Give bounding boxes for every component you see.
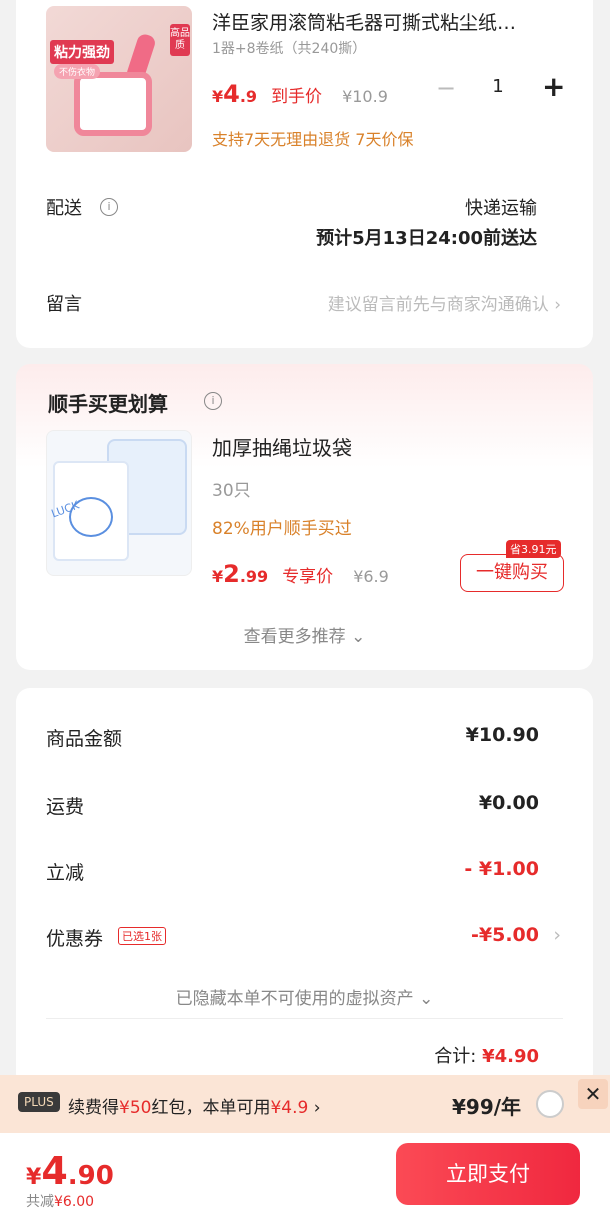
product-title[interactable]: 洋臣家用滚筒粘毛器可撕式粘尘纸… bbox=[212, 8, 572, 35]
recommend-buy-rate: 82%用户顺手买过 bbox=[212, 519, 352, 539]
chevron-right-icon[interactable]: › bbox=[553, 924, 561, 946]
divider bbox=[46, 1018, 563, 1019]
thumb-tag-quality: 高品质 bbox=[170, 24, 190, 56]
pay-total: ¥ 4 .90 bbox=[26, 1149, 114, 1193]
product-currency: ¥ bbox=[212, 87, 224, 106]
checkout-bar: ¥ 4 .90 共减¥6.00 立即支付 bbox=[0, 1133, 610, 1224]
thumb-tag-strong: 粘力强劲 bbox=[50, 40, 114, 64]
recommend-item-name[interactable]: 加厚抽绳垃圾袋 bbox=[212, 432, 352, 461]
summary-card: 商品金额 ¥10.90 运费 ¥0.00 立减 - ¥1.00 优惠券 已选1张… bbox=[16, 688, 593, 1088]
info-icon[interactable]: i bbox=[204, 392, 222, 410]
goods-amount-label: 商品金额 bbox=[46, 728, 123, 750]
recommend-price-tag: 专享价 bbox=[282, 567, 334, 587]
recommend-price-dec: .99 bbox=[239, 567, 269, 586]
total-line: 合计: ¥4.90 bbox=[434, 1042, 539, 1068]
quantity-increase-button[interactable]: + bbox=[542, 70, 565, 103]
quantity-value[interactable]: 1 bbox=[490, 76, 506, 97]
total-label: 合计: bbox=[434, 1046, 477, 1067]
delivery-method[interactable]: 快递运输 bbox=[465, 194, 537, 220]
pay-currency: ¥ bbox=[26, 1165, 42, 1190]
quantity-decrease-button[interactable]: − bbox=[436, 74, 456, 102]
roller-shape bbox=[74, 72, 152, 136]
recommend-thumbnail[interactable]: LUCK bbox=[46, 430, 192, 576]
shipping-fee-value: ¥0.00 bbox=[478, 792, 539, 814]
recommend-title-text: 顺手买更划算 bbox=[48, 392, 168, 416]
pay-dec: .90 bbox=[67, 1161, 114, 1191]
note-label: 留言 bbox=[46, 294, 82, 315]
product-price-tag: 到手价 bbox=[271, 87, 323, 107]
plus-red-bonus: ¥50 bbox=[119, 1098, 152, 1118]
product-guarantee: 支持7天无理由退货 7天价保 bbox=[212, 130, 414, 149]
note-placeholder: 建议留言前先与商家沟通确认 bbox=[327, 295, 549, 315]
pay-int: 4 bbox=[41, 1149, 68, 1193]
recommend-price-int: 2 bbox=[223, 560, 240, 588]
product-price-row: ¥ 4 .9 到手价 ¥10.9 bbox=[212, 80, 388, 108]
product-price-int: 4 bbox=[223, 80, 240, 108]
chevron-right-icon: › bbox=[554, 295, 561, 315]
hidden-assets-toggle[interactable]: 已隐藏本单不可使用的虚拟资产 ⌄ bbox=[16, 984, 593, 1009]
recommend-currency: ¥ bbox=[212, 567, 224, 586]
goods-amount-value: ¥10.90 bbox=[465, 724, 539, 746]
recommend-item-qty: 30只 bbox=[212, 481, 251, 501]
recommend-title: 顺手买更划算 bbox=[48, 388, 168, 417]
product-card: 粘力强劲 不伤衣物 高品质 洋臣家用滚筒粘毛器可撕式粘尘纸… 1器+8卷纸（共2… bbox=[16, 0, 593, 348]
shipping-fee-label: 运费 bbox=[46, 796, 85, 818]
plus-select-radio[interactable] bbox=[536, 1090, 564, 1118]
close-icon[interactable]: ✕ bbox=[578, 1079, 608, 1109]
coupon-label[interactable]: 优惠券 bbox=[46, 924, 103, 951]
pay-now-button[interactable]: 立即支付 bbox=[396, 1143, 580, 1205]
plus-promo-text[interactable]: 续费得¥50红包，本单可用¥4.9 › bbox=[68, 1093, 321, 1118]
saved-value: ¥6.00 bbox=[54, 1194, 95, 1210]
save-badge: 省3.91元 bbox=[506, 540, 561, 558]
delivery-eta: 预计5月13日24:00前送达 bbox=[316, 228, 537, 249]
plus-badge: PLUS bbox=[18, 1092, 60, 1112]
discount-label: 立减 bbox=[46, 862, 85, 884]
total-value: ¥4.90 bbox=[482, 1046, 539, 1067]
chevron-right-icon: › bbox=[308, 1098, 321, 1118]
discount-value: - ¥1.00 bbox=[464, 858, 539, 880]
info-icon[interactable]: i bbox=[100, 198, 118, 216]
recommend-card: 顺手买更划算 i LUCK 加厚抽绳垃圾袋 30只 82%用户顺手买过 ¥ 2 … bbox=[16, 364, 593, 670]
delivery-label: 配送 bbox=[46, 198, 82, 219]
coupon-value[interactable]: -¥5.00 bbox=[471, 924, 539, 946]
plus-text-2: 红包，本单可用 bbox=[151, 1098, 271, 1118]
saved-label: 共减 bbox=[26, 1194, 54, 1210]
product-spec[interactable]: 1器+8卷纸（共240撕） bbox=[212, 38, 366, 58]
product-price-dec: .9 bbox=[239, 87, 258, 106]
see-more-recommend-link[interactable]: 查看更多推荐 ⌄ bbox=[16, 622, 593, 647]
note-input[interactable]: 建议留言前先与商家沟通确认 › bbox=[328, 290, 561, 315]
plus-price: ¥99/年 bbox=[452, 1095, 522, 1119]
one-click-buy-button[interactable]: 一键购买 bbox=[460, 554, 564, 592]
product-original-price: ¥10.9 bbox=[342, 87, 388, 106]
recommend-price-row: ¥ 2 .99 专享价 ¥6.9 bbox=[212, 560, 389, 588]
plus-membership-banner[interactable]: PLUS 续费得¥50红包，本单可用¥4.9 › ¥99/年 ✕ bbox=[0, 1075, 610, 1133]
product-thumbnail[interactable]: 粘力强劲 不伤衣物 高品质 bbox=[46, 6, 192, 152]
coupon-selected-badge: 已选1张 bbox=[118, 927, 166, 945]
thumb-tag-safe: 不伤衣物 bbox=[54, 64, 101, 79]
plus-red-usable: ¥4.9 bbox=[270, 1098, 309, 1118]
total-saved: 共减¥6.00 bbox=[26, 1191, 94, 1211]
recommend-original-price: ¥6.9 bbox=[353, 567, 389, 586]
plus-text-1: 续费得 bbox=[68, 1098, 119, 1118]
